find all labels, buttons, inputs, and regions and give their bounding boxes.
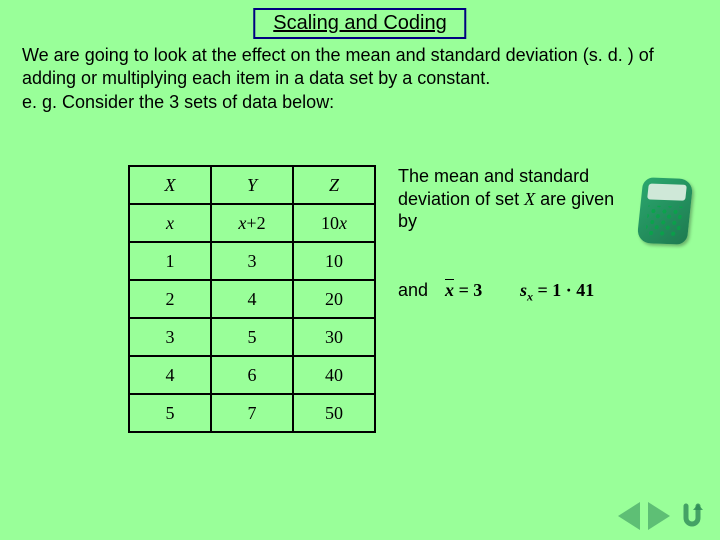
col-header-Z: Z: [329, 175, 339, 195]
cell: 30: [293, 318, 375, 356]
table-row: 4 6 40: [129, 356, 375, 394]
formula-sd: sx = 1 · 41: [520, 280, 594, 305]
data-table: X Y Z x x+2 10x 1 3 10 2 4 20 3 5 30 4 6…: [128, 165, 376, 433]
prev-icon[interactable]: [618, 502, 640, 530]
cell: 3: [211, 242, 293, 280]
nav-controls: [618, 502, 706, 530]
cell: 6: [211, 356, 293, 394]
table-row: 2 4 20: [129, 280, 375, 318]
formula-xplus2: x+2: [211, 204, 293, 242]
cell: 40: [293, 356, 375, 394]
and-label: and: [398, 280, 428, 301]
table-row: 1 3 10: [129, 242, 375, 280]
cell: 20: [293, 280, 375, 318]
table-row: 3 5 30: [129, 318, 375, 356]
intro-text: We are going to look at the effect on th…: [22, 44, 698, 114]
cell: 50: [293, 394, 375, 432]
table-row: 5 7 50: [129, 394, 375, 432]
table-formula-row: x x+2 10x: [129, 204, 375, 242]
formula-mean: x = 3: [445, 280, 482, 301]
next-icon[interactable]: [648, 502, 670, 530]
table-header-row: X Y Z: [129, 166, 375, 204]
cell: 3: [129, 318, 211, 356]
cell: 4: [129, 356, 211, 394]
col-header-Y: Y: [247, 175, 257, 195]
formula-x: x: [166, 213, 174, 233]
return-icon[interactable]: [678, 502, 706, 530]
cell: 4: [211, 280, 293, 318]
col-header-X: X: [165, 175, 176, 195]
side-text-mean-sd: The mean and standard deviation of set X…: [398, 165, 638, 233]
cell: 10: [293, 242, 375, 280]
calculator-icon: [637, 177, 694, 244]
cell: 5: [129, 394, 211, 432]
cell: 1: [129, 242, 211, 280]
cell: 5: [211, 318, 293, 356]
slide-title: Scaling and Coding: [253, 8, 466, 39]
cell: 7: [211, 394, 293, 432]
cell: 2: [129, 280, 211, 318]
formula-10x: 10x: [293, 204, 375, 242]
